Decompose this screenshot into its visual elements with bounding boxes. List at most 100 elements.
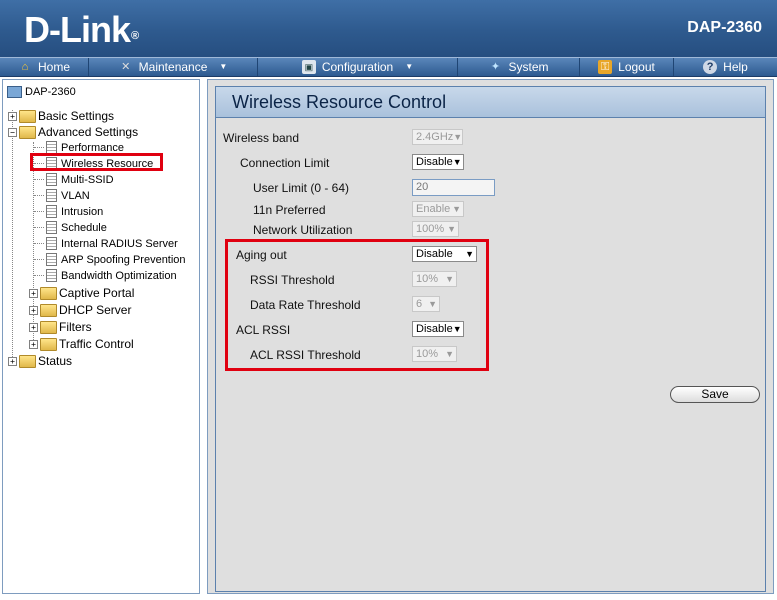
page-icon [46, 189, 57, 202]
menu-logout[interactable]: ⚿ Logout [580, 58, 674, 76]
page-title: Wireless Resource Control [232, 92, 447, 112]
tree-item-wireless-resource[interactable]: Wireless Resource [34, 157, 153, 170]
connection-limit-label: Connection Limit [240, 156, 330, 170]
page-icon [46, 157, 57, 170]
chevron-down-icon: ▼ [405, 62, 414, 71]
n11-preferred-value: Enable [416, 203, 451, 215]
panel-title-bar: Wireless Resource Control [216, 87, 765, 118]
menu-configuration-label: Configuration [321, 60, 394, 74]
rssi-threshold-select[interactable]: 10% ▼ [412, 271, 457, 287]
tree-item-multi-ssid-label: Multi-SSID [61, 173, 114, 186]
data-rate-threshold-select[interactable]: 6 ▼ [412, 296, 440, 312]
tree-traffic-control-label: Traffic Control [59, 337, 134, 351]
tree-item-internal-radius[interactable]: Internal RADIUS Server [34, 237, 178, 250]
tools-icon: ✕ [121, 61, 131, 73]
aging-out-select[interactable]: Disable ▼ [412, 246, 477, 262]
page-icon [46, 205, 57, 218]
folder-open-icon [19, 125, 36, 139]
tree-status[interactable]: + Status [8, 354, 72, 368]
tree-traffic-control[interactable]: + Traffic Control [29, 337, 134, 351]
chevron-down-icon: ▼ [445, 274, 454, 284]
network-utilization-value: 100% [416, 223, 445, 235]
logout-icon: ⚿ [598, 60, 613, 74]
folder-icon [40, 320, 57, 334]
acl-rssi-threshold-select[interactable]: 10% ▼ [412, 346, 457, 362]
chevron-down-icon: ▼ [453, 132, 463, 142]
dlink-logo: D-Link® [24, 9, 139, 50]
folder-icon [19, 109, 36, 123]
top-menu-bar: ⌂ Home ✕ Maintenance ▼ ▣ Configuration ▼… [0, 57, 777, 77]
home-icon: ⌂ [21, 61, 29, 73]
tree-item-wireless-resource-label: Wireless Resource [61, 157, 154, 170]
menu-configuration[interactable]: ▣ Configuration ▼ [258, 58, 458, 76]
tree-item-bandwidth-optimization-label: Bandwidth Optimization [61, 269, 177, 282]
tree-guide-line [12, 110, 13, 361]
tree-item-schedule[interactable]: Schedule [34, 221, 107, 234]
page-icon [46, 173, 57, 186]
acl-rssi-threshold-label: ACL RSSI Threshold [250, 348, 361, 362]
tree-dhcp-server[interactable]: + DHCP Server [29, 303, 131, 317]
tree-advanced-settings-label: Advanced Settings [38, 125, 139, 139]
tree-item-multi-ssid[interactable]: Multi-SSID [34, 173, 114, 186]
expand-icon: + [8, 111, 17, 121]
tree-captive-portal-label: Captive Portal [59, 286, 135, 300]
tree-item-bandwidth-optimization[interactable]: Bandwidth Optimization [34, 269, 177, 282]
user-limit-input[interactable]: 20 [412, 179, 495, 196]
tree-item-performance[interactable]: Performance [34, 141, 124, 154]
page-icon [46, 141, 57, 154]
tree-root-label: DAP-2360 [25, 86, 76, 98]
folder-icon [19, 354, 36, 368]
chevron-down-icon: ▼ [452, 204, 461, 214]
rssi-threshold-label: RSSI Threshold [250, 273, 335, 287]
page-icon [46, 221, 57, 234]
wireless-band-select[interactable]: 2.4GHz ▼ [412, 129, 463, 145]
expand-icon: + [8, 356, 17, 366]
menu-maintenance-label: Maintenance [138, 60, 208, 74]
rssi-threshold-value: 10% [416, 273, 439, 285]
tree-status-label: Status [38, 354, 73, 368]
save-button[interactable]: Save [670, 386, 760, 403]
chevron-down-icon: ▼ [452, 324, 462, 334]
connection-limit-select[interactable]: Disable ▼ [412, 154, 464, 170]
tree-item-intrusion[interactable]: Intrusion [34, 205, 103, 218]
aging-out-label: Aging out [236, 248, 287, 262]
menu-home[interactable]: ⌂ Home [0, 58, 89, 76]
computer-icon [7, 86, 22, 98]
acl-rssi-select[interactable]: Disable ▼ [412, 321, 464, 337]
menu-maintenance[interactable]: ✕ Maintenance ▼ [89, 58, 258, 76]
n11-preferred-label: 11n Preferred [253, 203, 326, 217]
tree-item-vlan[interactable]: VLAN [34, 189, 90, 202]
tree-filters-label: Filters [59, 320, 92, 334]
wireless-band-value: 2.4GHz [416, 131, 454, 143]
connection-limit-value: Disable [416, 156, 453, 168]
tree-item-internal-radius-label: Internal RADIUS Server [61, 237, 178, 250]
network-utilization-select[interactable]: 100% ▼ [412, 221, 459, 237]
n11-preferred-select[interactable]: Enable ▼ [412, 201, 464, 217]
tree-captive-portal[interactable]: + Captive Portal [29, 286, 134, 300]
menu-logout-label: Logout [618, 60, 655, 74]
header-banner: D-Link® DAP-2360 [0, 0, 777, 57]
expand-icon: + [29, 288, 38, 298]
tree-dhcp-server-label: DHCP Server [59, 303, 132, 317]
tree-item-arp-spoofing[interactable]: ARP Spoofing Prevention [34, 253, 186, 266]
chevron-down-icon: ▼ [447, 224, 456, 234]
tree-item-performance-label: Performance [61, 141, 124, 154]
tree-advanced-settings[interactable]: − Advanced Settings [8, 125, 138, 139]
wireless-band-label: Wireless band [223, 131, 300, 145]
menu-home-label: Home [37, 60, 70, 74]
page-icon [46, 253, 57, 266]
navigation-tree: DAP-2360 + Basic Settings − Advanced Set… [2, 79, 200, 594]
tree-root-device[interactable]: DAP-2360 [7, 86, 76, 98]
tree-item-arp-spoofing-label: ARP Spoofing Prevention [61, 253, 186, 266]
menu-help[interactable]: ? Help [674, 58, 777, 76]
tree-filters[interactable]: + Filters [29, 320, 92, 334]
data-rate-threshold-label: Data Rate Threshold [250, 298, 361, 312]
page-icon [46, 269, 57, 282]
chevron-down-icon: ▼ [445, 349, 454, 359]
tree-item-intrusion-label: Intrusion [61, 205, 104, 218]
user-limit-label: User Limit (0 - 64) [253, 181, 350, 195]
tree-basic-settings[interactable]: + Basic Settings [8, 109, 114, 123]
menu-system[interactable]: ✦ System [458, 58, 580, 76]
chevron-down-icon: ▼ [465, 249, 474, 259]
data-rate-threshold-value: 6 [416, 298, 423, 310]
